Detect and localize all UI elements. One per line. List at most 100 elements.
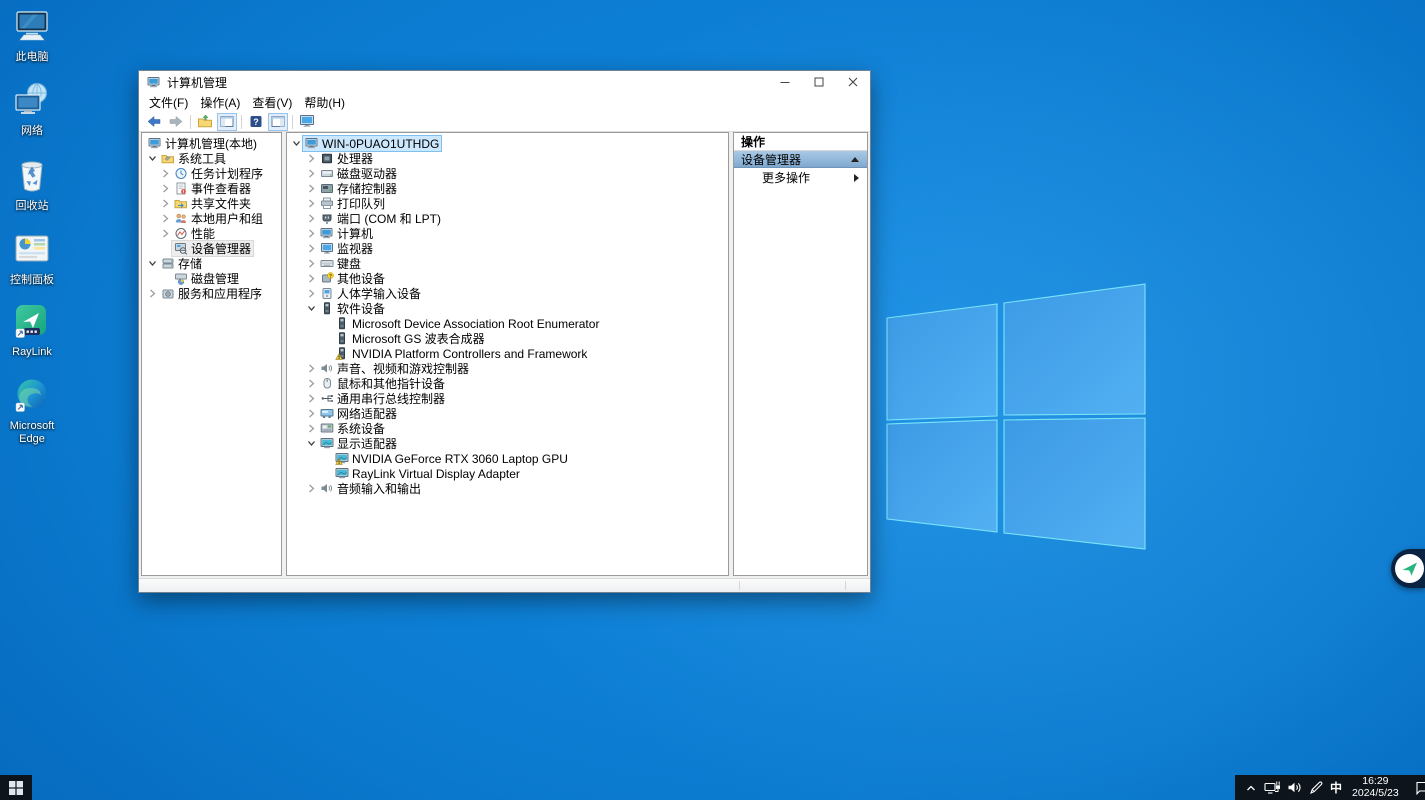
expand-chevron-icon[interactable]	[305, 226, 318, 241]
desktop-icon-controlpanel[interactable]: 控制面板	[0, 231, 64, 287]
expand-chevron-icon[interactable]	[305, 376, 318, 391]
title-bar[interactable]: 计算机管理	[139, 71, 870, 93]
collapse-chevron-icon[interactable]	[290, 136, 303, 151]
expand-chevron-icon[interactable]	[159, 196, 172, 211]
show-hide-console-tree-button[interactable]	[217, 113, 237, 131]
expand-chevron-icon[interactable]	[305, 361, 318, 376]
expand-chevron-icon[interactable]	[305, 181, 318, 196]
device-tree-item[interactable]: 系统设备	[287, 421, 728, 436]
device-tree-item[interactable]: 网络适配器	[287, 406, 728, 421]
show-hide-action-pane-button[interactable]	[268, 113, 288, 131]
expand-chevron-icon[interactable]	[305, 166, 318, 181]
expand-chevron-icon[interactable]	[305, 286, 318, 301]
menu-action[interactable]: 操作(A)	[194, 92, 246, 113]
thispc-icon	[12, 8, 52, 49]
tree-item-label: 服务和应用程序	[178, 285, 262, 302]
device-tree-item[interactable]: NVIDIA Platform Controllers and Framewor…	[287, 346, 728, 361]
expand-chevron-icon[interactable]	[305, 271, 318, 286]
action-center-icon[interactable]	[1415, 780, 1425, 795]
expand-chevron-icon[interactable]	[305, 256, 318, 271]
perf-icon	[174, 227, 188, 240]
desktop-icon-edge[interactable]: Microsoft Edge	[0, 377, 64, 446]
raylink-floating-button[interactable]	[1391, 549, 1425, 588]
expand-chevron-icon[interactable]	[305, 196, 318, 211]
device-tree-item[interactable]: 键盘	[287, 256, 728, 271]
devmgr-icon	[174, 242, 188, 255]
expand-chevron-icon[interactable]	[305, 151, 318, 166]
device-tree-item[interactable]: 人体学输入设备	[287, 286, 728, 301]
device-tree-item[interactable]: 存储控制器	[287, 181, 728, 196]
console-tree-item[interactable]: 任务计划程序	[142, 166, 281, 181]
console-tree-item[interactable]: 存储	[142, 256, 281, 271]
expand-chevron-icon[interactable]	[159, 166, 172, 181]
collapse-icon[interactable]	[851, 157, 859, 162]
device-tree-item[interactable]: Microsoft Device Association Root Enumer…	[287, 316, 728, 331]
expand-chevron-icon[interactable]	[305, 241, 318, 256]
close-button[interactable]	[836, 71, 870, 93]
device-properties-button[interactable]	[297, 113, 317, 131]
device-tree-item[interactable]: 音频输入和输出	[287, 481, 728, 496]
device-tree-item[interactable]: 监视器	[287, 241, 728, 256]
ime-indicator[interactable]: 中	[1330, 779, 1342, 796]
up-level-button[interactable]	[195, 113, 215, 131]
more-actions-item[interactable]: 更多操作	[734, 168, 867, 187]
expand-chevron-icon[interactable]	[159, 181, 172, 196]
expand-chevron-icon[interactable]	[305, 406, 318, 421]
console-tree-item[interactable]: 服务和应用程序	[142, 286, 281, 301]
collapse-chevron-icon[interactable]	[146, 151, 159, 166]
console-tree-item[interactable]: 磁盘管理	[142, 271, 281, 286]
minimize-button[interactable]	[768, 71, 802, 93]
device-tree-item[interactable]: 计算机	[287, 226, 728, 241]
console-tree-item[interactable]: 事件查看器	[142, 181, 281, 196]
taskbar-clock[interactable]: 16:29 2024/5/23	[1352, 776, 1399, 799]
menu-view[interactable]: 查看(V)	[246, 92, 298, 113]
maximize-button[interactable]	[802, 71, 836, 93]
collapse-chevron-icon[interactable]	[146, 256, 159, 271]
console-tree-item[interactable]: 性能	[142, 226, 281, 241]
console-tree-item[interactable]: 系统工具	[142, 151, 281, 166]
expand-chevron-icon[interactable]	[146, 286, 159, 301]
collapse-chevron-icon[interactable]	[305, 301, 318, 316]
expand-chevron-icon[interactable]	[305, 421, 318, 436]
device-tree-item[interactable]: 打印队列	[287, 196, 728, 211]
device-tree-item[interactable]: RayLink Virtual Display Adapter	[287, 466, 728, 481]
desktop-icon-recycle[interactable]: 回收站	[0, 157, 64, 213]
device-tree-item[interactable]: 通用串行总线控制器	[287, 391, 728, 406]
network-tray-icon[interactable]	[1264, 780, 1281, 795]
menu-file[interactable]: 文件(F)	[143, 92, 194, 113]
desktop-icon-network[interactable]: 网络	[0, 82, 64, 138]
expand-chevron-icon[interactable]	[159, 211, 172, 226]
device-tree-item[interactable]: 软件设备	[287, 301, 728, 316]
hidden-icons-chevron[interactable]	[1244, 781, 1258, 795]
swdev-icon	[335, 332, 349, 345]
expand-chevron-icon[interactable]	[305, 391, 318, 406]
expand-chevron-icon[interactable]	[305, 481, 318, 496]
desktop-icon-raylink[interactable]: RayLink	[0, 303, 64, 359]
back-button[interactable]	[144, 113, 164, 131]
menu-help[interactable]: 帮助(H)	[298, 92, 351, 113]
device-tree-item[interactable]: NVIDIA GeForce RTX 3060 Laptop GPU	[287, 451, 728, 466]
device-tree-item[interactable]: 端口 (COM 和 LPT)	[287, 211, 728, 226]
device-tree-item[interactable]: Microsoft GS 波表合成器	[287, 331, 728, 346]
forward-button[interactable]	[166, 113, 186, 131]
device-tree-item[interactable]: 显示适配器	[287, 436, 728, 451]
actions-group-device-manager[interactable]: 设备管理器	[734, 151, 867, 168]
console-tree-item[interactable]: 共享文件夹	[142, 196, 281, 211]
start-button[interactable]	[0, 775, 32, 800]
expand-chevron-icon[interactable]	[305, 211, 318, 226]
windows-ink-tray-icon[interactable]	[1308, 780, 1323, 795]
console-tree-item[interactable]: 计算机管理(本地)	[142, 136, 281, 151]
device-tree-item[interactable]: WIN-0PUAO1UTHDG	[287, 136, 728, 151]
expand-chevron-icon[interactable]	[159, 226, 172, 241]
device-tree-item[interactable]: 声音、视频和游戏控制器	[287, 361, 728, 376]
console-tree-item[interactable]: 本地用户和组	[142, 211, 281, 226]
desktop-icon-thispc[interactable]: 此电脑	[0, 8, 64, 64]
device-tree-item[interactable]: 磁盘驱动器	[287, 166, 728, 181]
device-tree-item[interactable]: 其他设备	[287, 271, 728, 286]
collapse-chevron-icon[interactable]	[305, 436, 318, 451]
console-tree-item[interactable]: 设备管理器	[142, 241, 281, 256]
volume-tray-icon[interactable]	[1287, 780, 1302, 795]
device-tree-item[interactable]: 鼠标和其他指针设备	[287, 376, 728, 391]
device-tree-item[interactable]: 处理器	[287, 151, 728, 166]
help-button[interactable]: ?	[246, 113, 266, 131]
